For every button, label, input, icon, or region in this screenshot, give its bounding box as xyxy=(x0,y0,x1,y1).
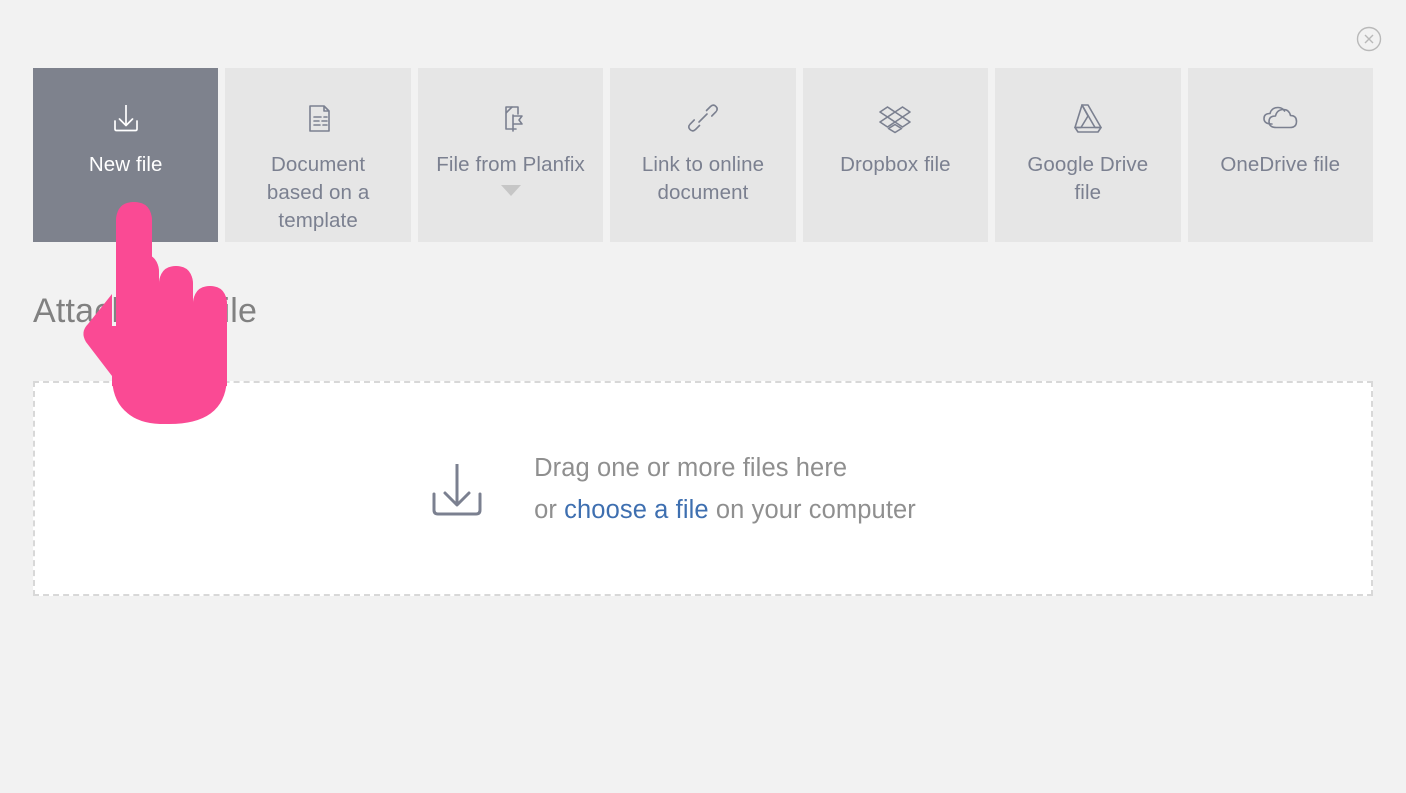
tab-document-from-template[interactable]: Document based on a template xyxy=(225,68,411,242)
dropzone-line-2-suffix: on your computer xyxy=(708,495,916,524)
dropzone-line-2-prefix: or xyxy=(534,495,565,524)
tab-onedrive-file[interactable]: OneDrive file xyxy=(1187,68,1373,242)
tab-file-from-planfix[interactable]: File from Planfix xyxy=(417,68,604,242)
close-icon[interactable] xyxy=(1356,26,1382,52)
tab-dropbox-file[interactable]: Dropbox file xyxy=(802,68,989,242)
tab-google-drive-file[interactable]: Google Drive file xyxy=(995,68,1181,242)
tab-label: OneDrive file xyxy=(1220,153,1341,176)
chevron-down-icon[interactable] xyxy=(500,185,521,196)
tab-label: Document based on a template xyxy=(266,153,370,232)
tab-label: File from Planfix xyxy=(436,153,585,176)
tab-label: Dropbox file xyxy=(840,153,951,176)
file-dropzone[interactable]: Drag one or more files here or choose a … xyxy=(33,381,1373,596)
page-title: Attach new file xyxy=(33,292,258,330)
dropbox-icon xyxy=(875,95,915,141)
choose-a-file-link[interactable]: choose a file xyxy=(564,496,708,524)
attach-file-dialog: New file Document based on a template Fi… xyxy=(0,0,1406,793)
tab-label: Google Drive file xyxy=(1027,153,1149,204)
download-tray-icon xyxy=(106,95,146,141)
tab-link-to-online-document[interactable]: Link to online document xyxy=(610,68,796,242)
tab-label: New file xyxy=(88,153,163,176)
onedrive-cloud-icon xyxy=(1258,95,1302,141)
download-tray-icon xyxy=(420,452,494,526)
tab-label: Link to online document xyxy=(641,153,765,204)
document-lines-icon xyxy=(298,95,338,141)
attach-source-tabs: New file Document based on a template Fi… xyxy=(33,68,1373,242)
chain-link-icon xyxy=(683,95,723,141)
tab-new-file[interactable]: New file xyxy=(33,68,219,242)
google-drive-icon xyxy=(1068,95,1108,141)
file-flag-icon xyxy=(491,95,531,141)
dropzone-line-2: or choose a file on your computer xyxy=(534,489,916,531)
dropzone-line-1: Drag one or more files here xyxy=(534,453,848,482)
